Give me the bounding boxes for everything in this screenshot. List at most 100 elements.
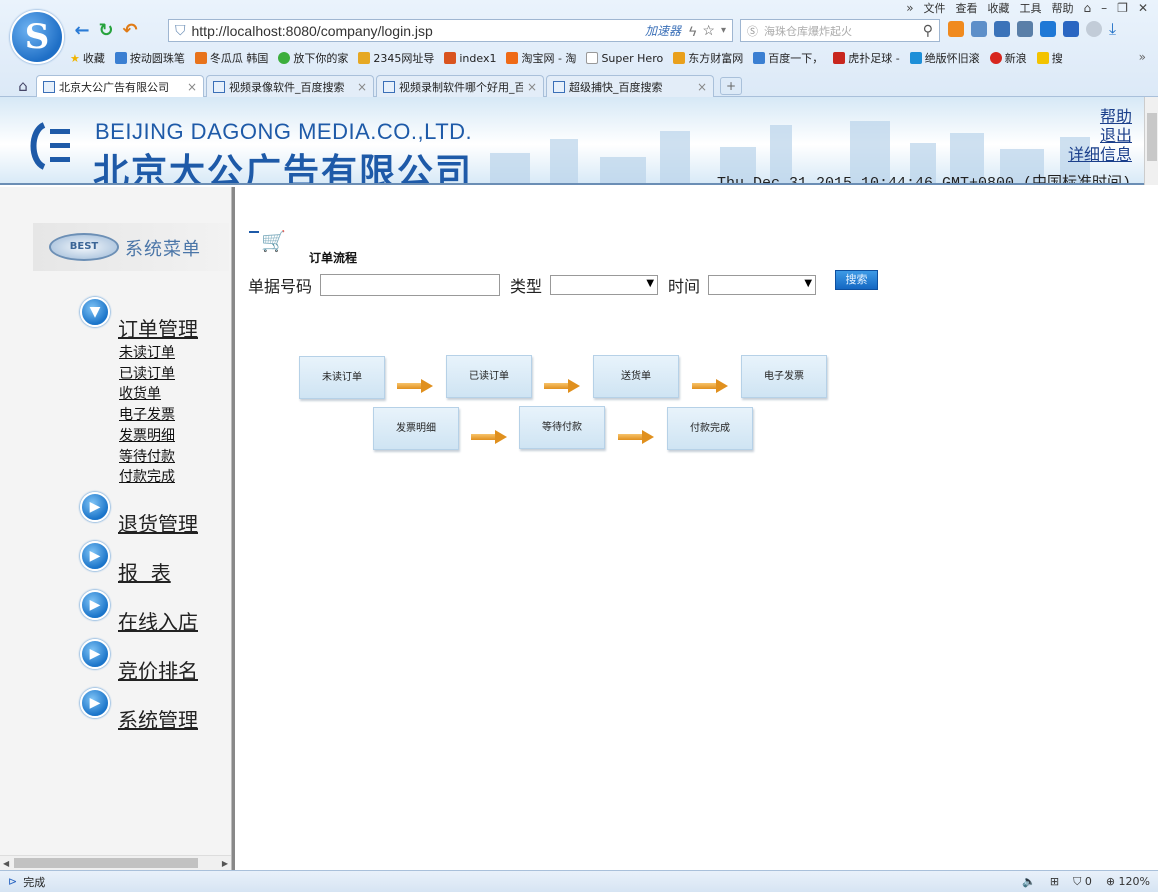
bookmark-item[interactable]: 2345网址导 (358, 50, 434, 66)
dropdown-icon[interactable]: ▾ (721, 25, 726, 36)
bookmark-item[interactable]: 新浪 (989, 50, 1027, 66)
tab-video-recorder-search[interactable]: 视频录像软件_百度搜索 × (206, 75, 374, 97)
type-select[interactable]: ▼ (550, 275, 659, 295)
menu-more-icon[interactable]: » (906, 1, 913, 15)
browser-logo-icon[interactable]: S (10, 10, 64, 64)
flow-step-payment-complete[interactable]: 付款完成 (667, 407, 753, 450)
menu-file[interactable]: 文件 (924, 0, 946, 16)
minimize-icon[interactable]: – (1101, 1, 1107, 15)
bookmark-item[interactable]: 绝版怀旧滚 (909, 50, 980, 66)
cloud-icon[interactable] (1017, 21, 1033, 37)
sidebar-item-awaiting-payment[interactable]: 等待付款 (119, 447, 175, 468)
extension-icon-1[interactable] (948, 21, 964, 37)
home-icon[interactable]: ⌂ (10, 75, 36, 97)
flow-step-awaiting-payment[interactable]: 等待付款 (519, 406, 605, 449)
bookmark-item[interactable]: 按动圆珠笔 (114, 50, 185, 66)
bookmark-item[interactable]: 淘宝网 - 淘 (506, 50, 576, 66)
close-tab-icon[interactable]: × (187, 80, 197, 94)
search-engine-icon[interactable]: Ⓢ (747, 23, 758, 39)
menu-help[interactable]: 帮助 (1052, 0, 1074, 16)
restore-icon[interactable]: ❐ (1117, 1, 1128, 15)
category-label[interactable]: 系统管理 (118, 704, 198, 733)
new-tab-button[interactable]: + (720, 77, 742, 95)
accelerator-button[interactable]: 加速器 (645, 22, 681, 39)
bookmarks-more-icon[interactable]: » (1139, 50, 1146, 64)
menu-view[interactable]: 查看 (956, 0, 978, 16)
details-link[interactable]: 详细信息 (1068, 145, 1132, 164)
flow-step-unread-orders[interactable]: 未读订单 (299, 356, 385, 399)
sidebar-item-unread-orders[interactable]: 未读订单 (119, 343, 175, 364)
tab-super-catcher-search[interactable]: 超级捕快_百度搜索 × (546, 75, 714, 97)
lightning-icon[interactable]: ϟ (689, 23, 696, 39)
star-icon[interactable]: ☆ (702, 22, 715, 39)
close-tab-icon[interactable]: × (357, 80, 367, 94)
extension-icon-4[interactable] (1040, 21, 1056, 37)
shield-extension-icon[interactable] (1063, 21, 1079, 37)
extension-icon-3[interactable] (994, 21, 1010, 37)
address-url[interactable]: http://localhost:8080/company/login.jsp (192, 23, 645, 39)
search-icon[interactable]: ⚲ (923, 23, 933, 39)
search-box[interactable]: Ⓢ 海珠仓库爆炸起火 ⚲ (740, 19, 940, 42)
expand-arrow-icon[interactable]: ▶ (80, 688, 110, 718)
sidebar-item-receipts[interactable]: 收货单 (119, 384, 175, 405)
back-icon[interactable]: ← (70, 20, 94, 42)
expand-arrow-icon[interactable]: ▶ (80, 492, 110, 522)
bookmark-favorites[interactable]: ★ 收藏 (70, 50, 105, 66)
expand-arrow-icon[interactable]: ▶ (80, 590, 110, 620)
flow-step-delivery-note[interactable]: 送货单 (593, 355, 679, 398)
category-label[interactable]: 竞价排名 (118, 655, 198, 684)
bookmark-item[interactable]: 搜 (1036, 50, 1063, 66)
scrollbar-thumb[interactable] (1147, 113, 1157, 161)
close-tab-icon[interactable]: × (697, 80, 707, 94)
window-icon[interactable]: ⊞ (1050, 875, 1059, 889)
menu-tools[interactable]: 工具 (1020, 0, 1042, 16)
bookmark-item[interactable]: 虎扑足球 - (833, 50, 900, 66)
close-window-icon[interactable]: ✕ (1138, 1, 1148, 15)
chevron-down-icon[interactable]: ▼ (804, 278, 812, 289)
scroll-left-icon[interactable]: ◀ (3, 856, 9, 871)
time-select[interactable]: ▼ (708, 275, 817, 295)
bookmark-item[interactable]: 百度一下， (753, 50, 823, 66)
bookmark-item[interactable]: index1 (444, 52, 496, 65)
help-link[interactable]: 帮助 (1068, 107, 1132, 126)
refresh-icon[interactable]: ↻ (94, 20, 118, 42)
sidebar-item-payment-complete[interactable]: 付款完成 (119, 467, 175, 488)
download-icon[interactable]: ⤓ (1109, 21, 1125, 37)
category-label[interactable]: 在线入店 (118, 606, 198, 635)
zoom-level[interactable]: ⊕ 120% (1106, 875, 1150, 889)
tab-video-recording-software[interactable]: 视频录制软件哪个好用_百 × (376, 75, 544, 97)
category-label[interactable]: 报 表 (118, 557, 171, 586)
ad-block-counter[interactable]: ⛉ 0 (1073, 875, 1092, 889)
close-tab-icon[interactable]: × (527, 80, 537, 94)
undo-icon[interactable]: ↶ (118, 20, 142, 42)
flow-step-read-orders[interactable]: 已读订单 (446, 355, 532, 398)
bookmark-item[interactable]: 冬瓜瓜 韩国 (194, 50, 268, 66)
expand-arrow-icon[interactable]: ▶ (80, 541, 110, 571)
chevron-down-icon[interactable]: ▼ (646, 278, 654, 289)
search-button[interactable]: 搜索 (835, 270, 878, 290)
volume-icon[interactable]: 🔈 (1022, 875, 1036, 889)
tab-company[interactable]: 北京大公广告有限公司 × (36, 75, 204, 97)
expand-arrow-icon[interactable]: ▶ (80, 639, 110, 669)
sidebar-horizontal-scrollbar[interactable]: ◀ ▶ (0, 855, 231, 870)
bookmark-item[interactable]: 东方财富网 (673, 50, 743, 66)
sidebar-item-invoice-details[interactable]: 发票明细 (119, 426, 175, 447)
flow-step-e-invoice[interactable]: 电子发票 (741, 355, 827, 398)
extension-icon-2[interactable] (971, 21, 987, 37)
scroll-right-icon[interactable]: ▶ (222, 856, 228, 871)
category-label[interactable]: 订单管理 (118, 313, 198, 342)
address-bar[interactable]: ⛉ http://localhost:8080/company/login.js… (168, 19, 733, 42)
collapse-arrow-icon[interactable]: ▼ (80, 297, 110, 327)
logout-link[interactable]: 退出 (1068, 126, 1132, 145)
sidebar-item-read-orders[interactable]: 已读订单 (119, 364, 175, 385)
flow-step-invoice-details[interactable]: 发票明细 (373, 407, 459, 450)
scrollbar-thumb[interactable] (14, 858, 198, 868)
skin-icon[interactable]: ⌂ (1084, 1, 1092, 15)
menu-favorites[interactable]: 收藏 (988, 0, 1010, 16)
category-label[interactable]: 退货管理 (118, 508, 198, 537)
banner-scrollbar[interactable] (1144, 97, 1158, 185)
more-icon[interactable] (1086, 21, 1102, 37)
bookmark-item[interactable]: 放下你的家 (278, 50, 348, 66)
sidebar-item-e-invoice[interactable]: 电子发票 (119, 405, 175, 426)
order-number-input[interactable] (320, 274, 501, 296)
